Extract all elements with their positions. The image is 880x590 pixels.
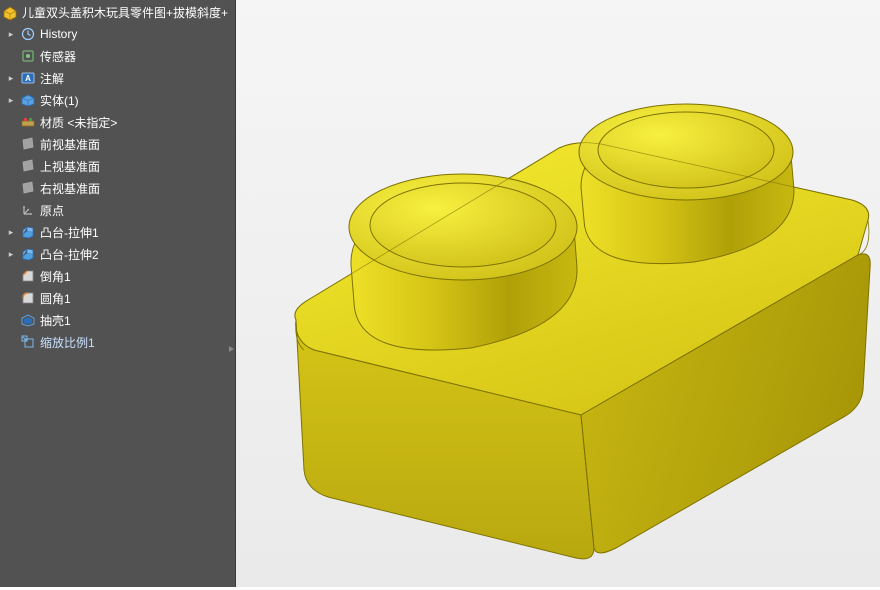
item-label: 倒角1 [40,268,231,285]
plane-icon [20,158,36,174]
tree-item-plane-front[interactable]: 前视基准面 [0,133,235,155]
expand-icon[interactable]: ▸ [6,249,16,259]
expand-spacer [6,183,16,193]
expand-spacer [6,271,16,281]
tree-item-history[interactable]: ▸ History [0,23,235,45]
expand-spacer [6,161,16,171]
model-3d-view [236,0,880,587]
solid-body-icon [20,92,36,108]
tree-item-chamfer[interactable]: 倒角1 [0,265,235,287]
item-label: History [40,27,231,41]
tree-item-scale[interactable]: 缩放比例1 [0,331,235,353]
item-label: 上视基准面 [40,158,231,175]
plane-icon [20,180,36,196]
tree-item-material[interactable]: 材质 <未指定> [0,111,235,133]
expand-spacer [6,51,16,61]
extrude-icon [20,246,36,262]
item-label: 凸台-拉伸2 [40,246,231,263]
expand-spacer [6,315,16,325]
item-label: 圆角1 [40,290,231,307]
plane-icon [20,136,36,152]
tree-item-origin[interactable]: 原点 [0,199,235,221]
expand-icon[interactable]: ▸ [6,227,16,237]
rollback-marker[interactable] [229,343,235,355]
expand-spacer [6,337,16,347]
expand-spacer [6,117,16,127]
feature-tree-panel: 儿童双头盖积木玩具零件图+拔模斜度+ ▸ History 传感器 [0,0,236,587]
expand-spacer [6,205,16,215]
item-label: 凸台-拉伸1 [40,224,231,241]
item-label: 缩放比例1 [40,334,231,351]
part-title-text: 儿童双头盖积木玩具零件图+拔模斜度+ [22,4,228,21]
item-label: 注解 [40,70,231,87]
expand-icon[interactable]: ▸ [6,95,16,105]
item-label: 前视基准面 [40,136,231,153]
chamfer-icon [20,268,36,284]
tree-item-annotation[interactable]: ▸ A 注解 [0,67,235,89]
tree-item-plane-top[interactable]: 上视基准面 [0,155,235,177]
fillet-icon [20,290,36,306]
origin-icon [20,202,36,218]
item-label: 传感器 [40,48,231,65]
extrude-icon [20,224,36,240]
expand-icon[interactable]: ▸ [6,29,16,39]
annotation-icon: A [20,70,36,86]
history-icon [20,26,36,42]
graphics-viewport[interactable] [236,0,880,587]
material-icon [20,114,36,130]
item-label: 抽壳1 [40,312,231,329]
item-label: 原点 [40,202,231,219]
tree-item-sensors[interactable]: 传感器 [0,45,235,67]
tree-item-fillet[interactable]: 圆角1 [0,287,235,309]
svg-text:A: A [25,74,31,83]
item-label: 右视基准面 [40,180,231,197]
tree-item-plane-right[interactable]: 右视基准面 [0,177,235,199]
scale-icon [20,334,36,350]
expand-icon[interactable]: ▸ [6,73,16,83]
item-label: 实体(1) [40,92,231,109]
tree-item-extrude-2[interactable]: ▸ 凸台-拉伸2 [0,243,235,265]
item-label: 材质 <未指定> [40,114,231,131]
sensor-icon [20,48,36,64]
tree-item-extrude-1[interactable]: ▸ 凸台-拉伸1 [0,221,235,243]
shell-icon [20,312,36,328]
part-title-row[interactable]: 儿童双头盖积木玩具零件图+拔模斜度+ [0,2,235,23]
tree-item-solid[interactable]: ▸ 实体(1) [0,89,235,111]
expand-spacer [6,139,16,149]
part-icon [2,5,18,21]
expand-spacer [6,293,16,303]
tree-item-shell[interactable]: 抽壳1 [0,309,235,331]
